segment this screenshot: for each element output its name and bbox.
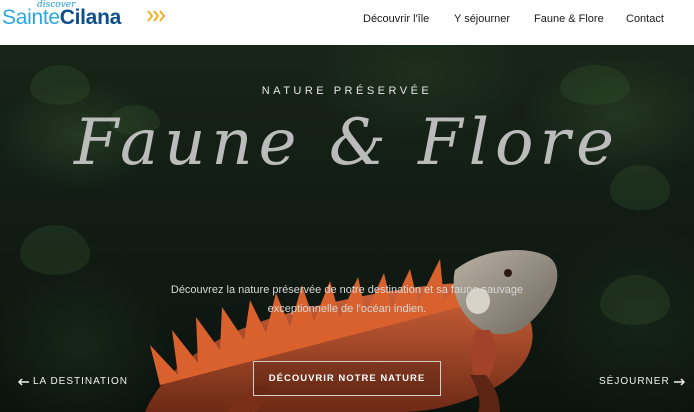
nav-item-sejourner[interactable]: Y séjourner	[454, 13, 510, 25]
logo-sainte: Sainte	[2, 6, 60, 29]
site-header: discover SainteCilana Découvrir l'île Y …	[0, 0, 694, 45]
hero-section: NATURE PRÉSERVÉE Faune & Flore Découvrez…	[0, 45, 694, 412]
hero-kicker: NATURE PRÉSERVÉE	[261, 85, 433, 97]
chevrons-icon	[147, 10, 165, 22]
discover-nature-button[interactable]: DÉCOUVRIR NOTRE NATURE	[253, 361, 441, 396]
nav-item-decouvrir[interactable]: Découvrir l'île	[363, 13, 429, 25]
next-link-label: SÉJOURNER	[599, 376, 670, 387]
prev-destination-link[interactable]: LA DESTINATION	[18, 376, 128, 387]
logo-wordmark: SainteCilana	[2, 6, 121, 30]
arrow-right-icon	[673, 377, 685, 386]
prev-link-label: LA DESTINATION	[33, 376, 128, 387]
arrow-left-icon	[18, 377, 29, 386]
hero-title: Faune & Flore	[73, 106, 621, 180]
next-sejourner-link[interactable]: SÉJOURNER	[599, 376, 685, 387]
nav-item-faune-flore[interactable]: Faune & Flore	[534, 13, 604, 25]
site-logo[interactable]: discover SainteCilana	[2, 0, 182, 40]
nav-item-contact[interactable]: Contact	[626, 13, 664, 25]
logo-cilana: Cilana	[59, 6, 122, 29]
hero-description: Découvrez la nature préservée de notre d…	[170, 284, 524, 315]
iguana-image	[145, 250, 558, 412]
